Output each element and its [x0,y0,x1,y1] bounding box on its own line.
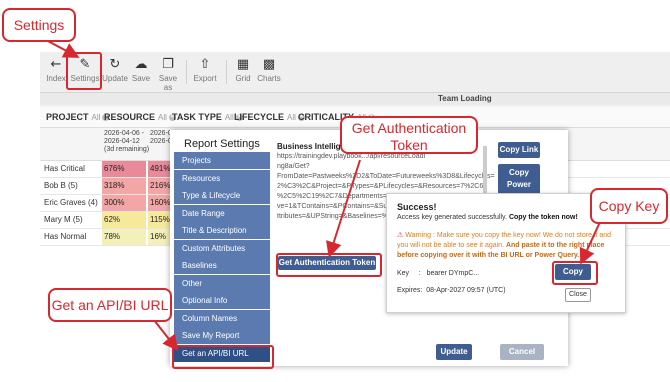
auth-token-callout: Get Authentication Token [340,116,478,154]
settings-arrow [45,39,80,58]
copy-key-callout: Copy Key [590,188,668,224]
api-url-callout: Get an API/BI URL [48,288,172,322]
settings-callout: Settings [2,8,76,42]
auth-token-arrow [326,159,361,258]
annotation-arrows [45,39,601,352]
copy-key-arrow [579,221,601,265]
